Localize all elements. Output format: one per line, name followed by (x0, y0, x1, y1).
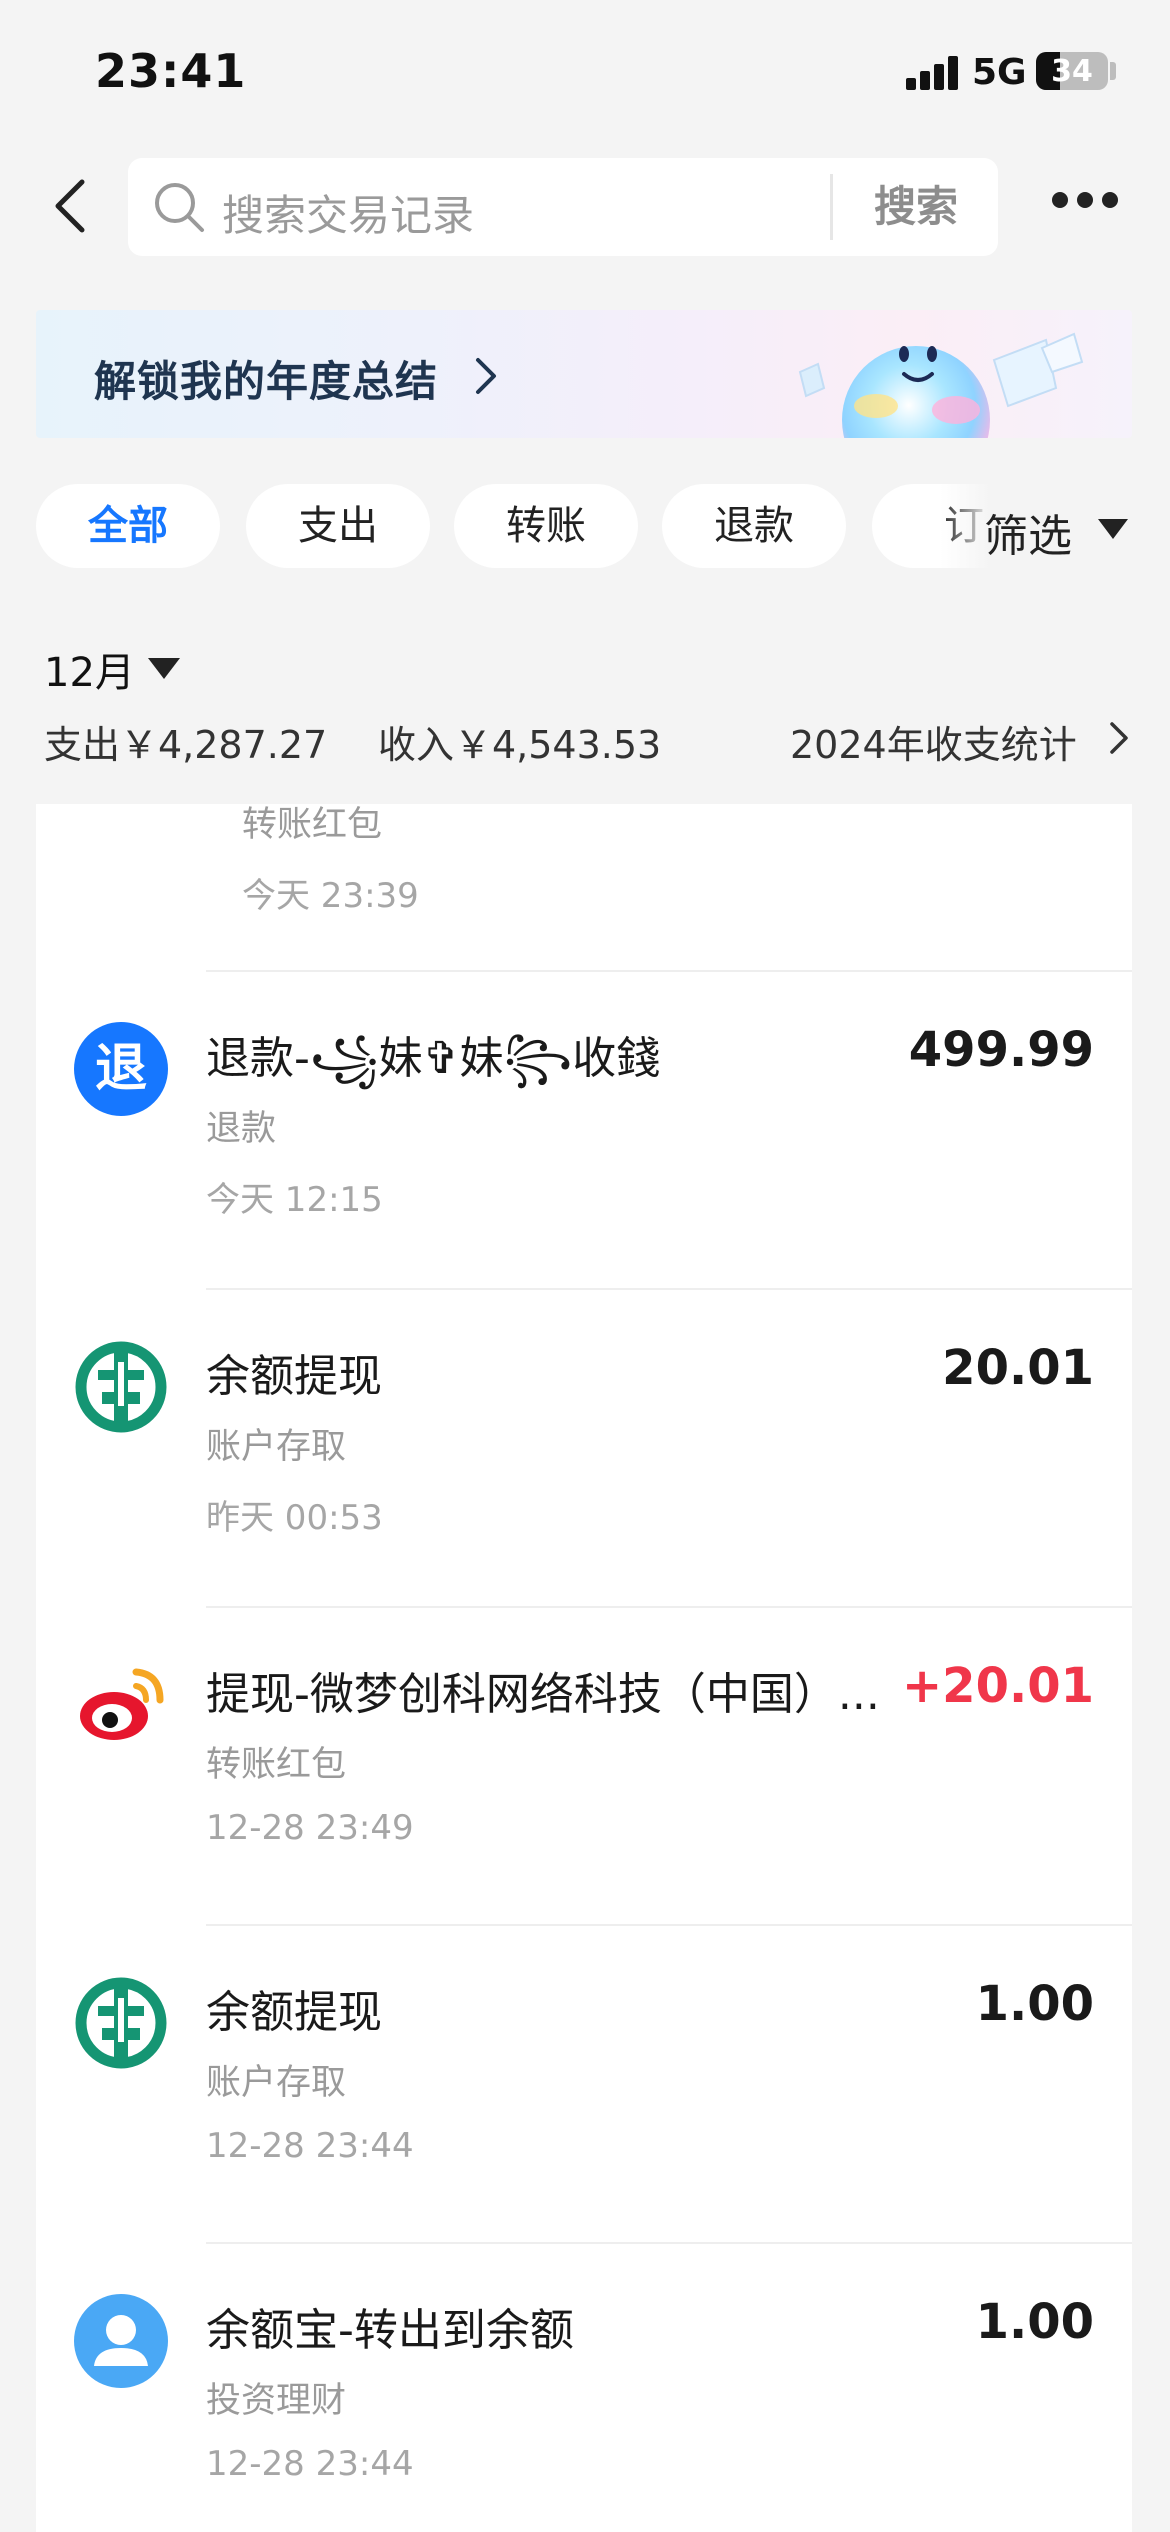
item-title: 余额提现 (206, 1351, 382, 1402)
search-placeholder: 搜索交易记录 (222, 191, 475, 240)
refund-glyph: 退 (74, 1022, 168, 1116)
abc-bank-icon (75, 1977, 167, 2069)
refund-icon: 退 (74, 1022, 168, 1116)
chip-expense[interactable]: 支出 (246, 484, 430, 568)
income-total: 收入￥4,543.53 (378, 723, 662, 767)
search-button[interactable]: 搜索 (834, 158, 998, 256)
item-category: 转账红包 (242, 805, 383, 845)
item-category: 转账红包 (206, 1745, 347, 1785)
list-item[interactable]: 转账红包 今天 23:39 (36, 804, 1132, 972)
battery-percent: 34 (1051, 54, 1093, 89)
filter-button[interactable]: 筛选 (984, 500, 1072, 564)
list-item[interactable]: 退 退款-꧁妹✞妹꧂收錢 499.99 退款 今天 12:15 (36, 972, 1132, 1290)
item-amount: 499.99 (908, 1022, 1094, 1078)
mascot-illustration (798, 332, 1084, 438)
item-category: 账户存取 (206, 1427, 347, 1467)
item-time: 今天 23:39 (242, 876, 419, 916)
item-amount: +20.01 (901, 1658, 1094, 1714)
list-item[interactable]: 余额宝-转出到余额 1.00 投资理财 12-28 23:44 (36, 2244, 1132, 2532)
list-item[interactable]: 提现-微梦创科网络科技（中国）... +20.01 转账红包 12-28 23:… (36, 1608, 1132, 1926)
battery-icon: 34 (1036, 52, 1108, 90)
item-time: 昨天 00:53 (206, 1498, 383, 1538)
network-type: 5G (972, 52, 1027, 93)
chip-transfer[interactable]: 转账 (454, 484, 638, 568)
list-item[interactable]: 余额提现 1.00 账户存取 12-28 23:44 (36, 1926, 1132, 2244)
expense-total: 支出￥4,287.27 (44, 723, 328, 767)
item-title: 提现-微梦创科网络科技（中国）... (206, 1669, 880, 1720)
annual-summary-banner[interactable]: 解锁我的年度总结 (36, 310, 1132, 438)
item-time: 今天 12:15 (206, 1180, 383, 1220)
search-input[interactable]: 搜索交易记录 搜索 (128, 158, 998, 256)
status-time: 23:41 (95, 44, 247, 98)
more-icon[interactable] (1052, 192, 1118, 212)
transaction-list: 转账红包 今天 23:39 退 退款-꧁妹✞妹꧂收錢 499.99 退款 今天 … (36, 804, 1132, 2532)
list-item[interactable]: 余额提现 20.01 账户存取 昨天 00:53 (36, 1290, 1132, 1608)
item-time: 12-28 23:44 (206, 2126, 414, 2166)
chevron-right-icon (476, 358, 496, 394)
abc-bank-icon (75, 1341, 167, 1433)
filter-chips: 全部 支出 转账 退款 订 筛选 (0, 482, 1170, 572)
chip-all[interactable]: 全部 (36, 484, 220, 568)
item-category: 投资理财 (206, 2381, 347, 2421)
battery-tip (1110, 62, 1116, 80)
caret-down-icon[interactable] (1098, 519, 1128, 539)
status-bar: 23:41 5G 34 (0, 0, 1170, 140)
back-icon[interactable] (44, 176, 104, 236)
item-time: 12-28 23:49 (206, 1808, 414, 1848)
chip-refund[interactable]: 退款 (662, 484, 846, 568)
banner-text: 解锁我的年度总结 (94, 357, 439, 406)
signal-icon (906, 56, 962, 90)
item-category: 退款 (206, 1109, 277, 1149)
annual-stats-link[interactable]: 2024年收支统计 (790, 714, 1077, 769)
search-divider (830, 174, 833, 240)
item-category: 账户存取 (206, 2063, 347, 2103)
item-title: 余额宝-转出到余额 (206, 2305, 574, 2356)
item-time: 12-28 23:44 (206, 2444, 414, 2484)
item-title: 余额提现 (206, 1987, 382, 2038)
caret-down-icon[interactable] (148, 658, 180, 679)
weibo-icon (80, 1668, 164, 1740)
item-amount: 20.01 (942, 1340, 1094, 1396)
chevron-right-icon[interactable] (1104, 718, 1134, 758)
user-avatar-icon (74, 2294, 168, 2388)
item-amount: 1.00 (975, 2294, 1094, 2350)
item-amount: 1.00 (975, 1976, 1094, 2032)
search-header: 搜索交易记录 搜索 (0, 150, 1170, 270)
month-selector[interactable]: 12月 (44, 640, 135, 698)
search-icon (155, 183, 204, 232)
